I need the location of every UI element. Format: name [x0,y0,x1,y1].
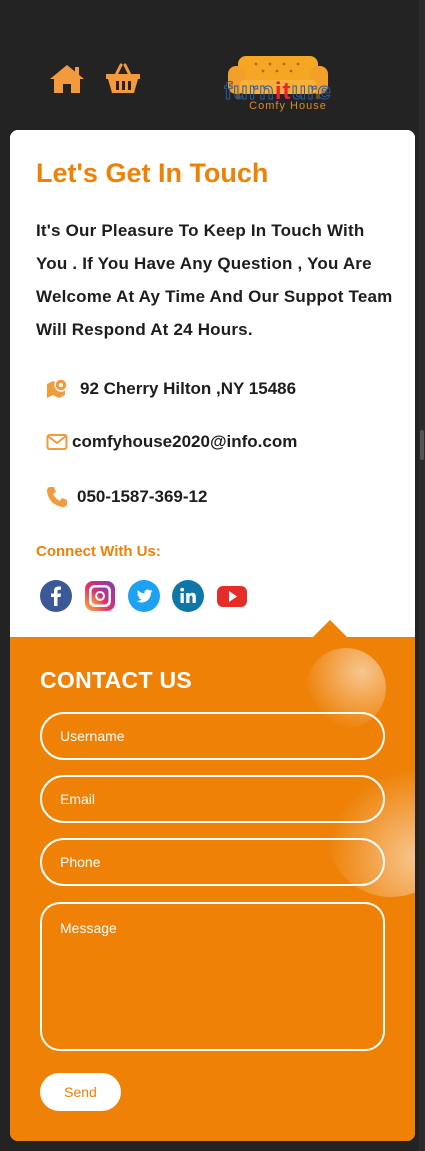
connect-label: Connect With Us: [36,543,161,560]
phone-row[interactable]: 050-1587-369-12 [46,486,207,508]
home-icon[interactable] [48,62,86,96]
social-links [40,580,260,612]
contact-form: CONTACT US Send [10,637,415,1141]
form-notch [312,620,348,638]
email-text[interactable]: comfyhouse2020@info.com [72,432,297,452]
email-input[interactable] [40,775,385,823]
logo-tagline: Comfy House [249,100,327,112]
phone-icon [47,487,67,507]
contact-card: Let's Get In Touch It's Our Pleasure To … [10,130,415,1141]
envelope-icon [46,434,68,450]
facebook-icon[interactable] [40,580,72,612]
form-title: CONTACT US [40,667,193,693]
username-input[interactable] [40,712,385,760]
email-row[interactable]: comfyhouse2020@info.com [46,432,297,452]
page-scrollbar[interactable] [419,0,425,1151]
intro-text: It's Our Pleasure To Keep In Touch With … [36,221,393,339]
contact-info-section: Let's Get In Touch It's Our Pleasure To … [10,130,415,638]
scrollbar-thumb[interactable] [420,430,424,460]
brand-logo[interactable]: furniture Comfy House [218,54,338,116]
site-header: furniture Comfy House [0,0,425,130]
linkedin-icon[interactable] [172,580,204,612]
send-button[interactable]: Send [40,1073,121,1111]
address-row: 92 Cherry Hilton ,NY 15486 [46,378,296,400]
youtube-icon[interactable] [216,580,248,612]
twitter-icon[interactable] [128,580,160,612]
address-text: 92 Cherry Hilton ,NY 15486 [80,379,297,398]
basket-icon[interactable] [104,62,142,96]
message-textarea[interactable] [40,902,385,1051]
page-title: Let's Get In Touch [36,158,269,188]
phone-input[interactable] [40,838,385,886]
map-pin-icon [47,378,68,398]
instagram-icon[interactable] [84,580,116,612]
phone-text[interactable]: 050-1587-369-12 [77,487,207,507]
